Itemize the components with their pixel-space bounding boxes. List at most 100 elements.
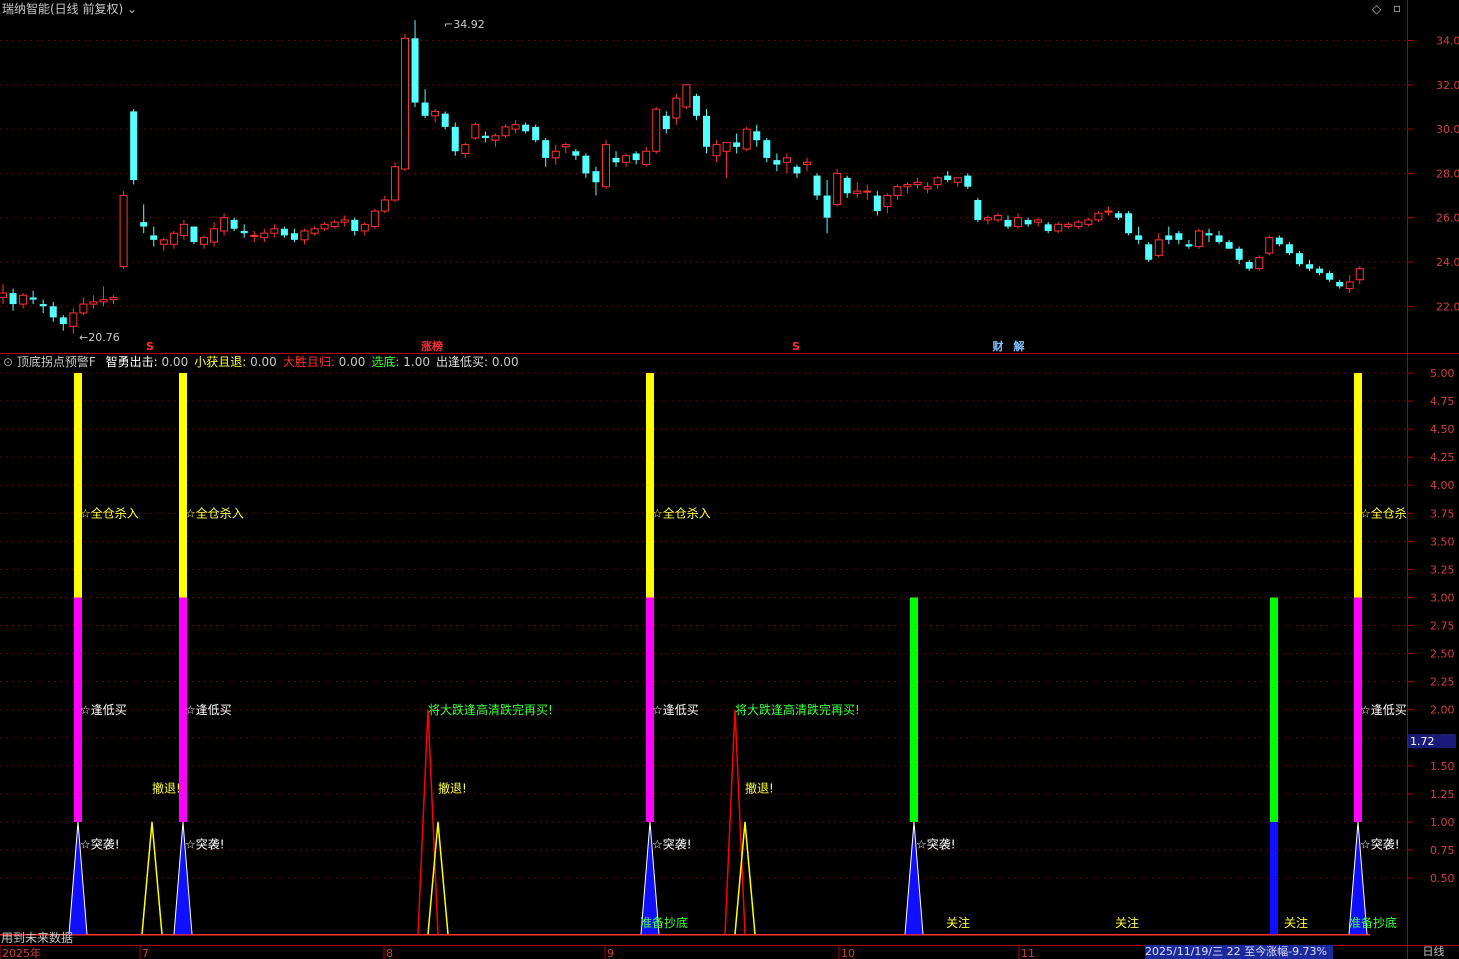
candle-body-up[interactable] [803, 161, 811, 166]
candle-body-up[interactable] [712, 144, 721, 157]
candle-body-down[interactable] [964, 175, 972, 187]
indicator-value-axis[interactable]: 5.00 4.75 4.50 4.25 4.00 3.75 3.50 3.25 3.00 2.75… [1407, 367, 1456, 885]
diamond-icon[interactable]: ◇ [1372, 2, 1381, 16]
candle-body-down[interactable] [280, 228, 288, 236]
candle-body-down[interactable] [1115, 213, 1123, 218]
candle-body-up[interactable] [1054, 223, 1063, 232]
candle-body-down[interactable] [1165, 235, 1173, 240]
candle-body-down[interactable] [773, 160, 781, 165]
candle-body-down[interactable] [703, 115, 710, 147]
candle-body-up[interactable] [913, 181, 922, 185]
candle-body-down[interactable] [632, 153, 640, 161]
candle-body-down[interactable] [974, 199, 982, 220]
candle-body-up[interactable] [340, 219, 349, 223]
candle-body-up[interactable] [380, 199, 389, 212]
candle-body-down[interactable] [1326, 273, 1334, 280]
indicator-toggle-icon[interactable]: ⊙ [3, 355, 13, 369]
event-marker[interactable]: S [146, 340, 154, 353]
candle-body-up[interactable] [602, 144, 610, 188]
candle-body-up[interactable] [1034, 219, 1043, 223]
candle-body-down[interactable] [1004, 219, 1012, 227]
candle-body-up[interactable] [923, 186, 932, 190]
candle-body-down[interactable] [592, 171, 600, 183]
candle-body-up[interactable] [89, 301, 98, 305]
candle-body-up[interactable] [1154, 239, 1163, 256]
candle-body-down[interactable] [150, 235, 158, 240]
candle-body-up[interactable] [69, 312, 78, 327]
candle-body-down[interactable] [1215, 235, 1223, 243]
signal-bar[interactable] [910, 597, 918, 823]
candle-body-down[interactable] [753, 131, 761, 141]
candle-body-up[interactable] [672, 97, 681, 119]
candle-body-down[interactable] [532, 126, 540, 141]
candle-body-down[interactable] [1225, 242, 1233, 249]
candle-body-up[interactable] [722, 141, 731, 152]
candle-body-down[interactable] [1024, 219, 1032, 225]
candle-body-down[interactable] [873, 195, 881, 212]
candle-body-up[interactable] [933, 177, 942, 185]
indicator-series[interactable]: ☆全仓杀入 ☆逢低买 ☆突袭! ☆全仓杀入 ☆逢低买 ☆突袭! ☆全仓杀入 ☆逢低买 ☆突袭! ☆… [0, 373, 1407, 945]
candle-body-up[interactable] [501, 126, 510, 137]
candle-body-up[interactable] [19, 294, 28, 305]
candle-body-down[interactable] [290, 233, 298, 240]
candle-body-down[interactable] [612, 157, 620, 163]
event-marker[interactable]: 涨榜 [421, 339, 443, 353]
candle-body-down[interactable] [1044, 224, 1052, 231]
candle-body-down[interactable] [662, 115, 670, 130]
candle-body-down[interactable] [351, 219, 359, 231]
candle-body-down[interactable] [49, 306, 57, 318]
candle-body-up[interactable] [1265, 237, 1274, 254]
candle-body-up[interactable] [1084, 219, 1093, 225]
candle-body-up[interactable] [431, 110, 440, 117]
candle-body-up[interactable] [99, 299, 108, 303]
candle-body-up[interactable] [1094, 212, 1103, 221]
event-marker[interactable]: S [792, 340, 800, 353]
candle-body-up[interactable] [179, 223, 188, 236]
candle-body-up[interactable] [401, 37, 409, 170]
candle-body-down[interactable] [1125, 213, 1133, 234]
candle-body-down[interactable] [230, 219, 238, 229]
candle-body-up[interactable] [1064, 223, 1073, 228]
candle-body-down[interactable] [1285, 244, 1293, 254]
candle-body-down[interactable] [1336, 281, 1344, 287]
candle-body-up[interactable] [370, 210, 379, 228]
candle-body-up[interactable] [270, 228, 279, 234]
candle-body-down[interactable] [944, 175, 952, 181]
candle-body-down[interactable] [1175, 233, 1183, 240]
candle-body-up[interactable] [471, 124, 480, 139]
candle-body-down[interactable] [823, 195, 831, 218]
candle-body-up[interactable] [833, 172, 842, 205]
candle-body-up[interactable] [893, 186, 902, 197]
date-axis[interactable]: 2025年 7 8 9 10 11 [0, 946, 1035, 959]
candle-body-down[interactable] [793, 166, 801, 174]
candle-body-up[interactable] [79, 303, 88, 314]
candle-body-up[interactable] [561, 144, 570, 148]
candle-body-up[interactable] [1074, 221, 1083, 228]
candle-body-up[interactable] [993, 214, 1002, 221]
candle-body-down[interactable] [1235, 248, 1243, 260]
candle-body-up[interactable] [320, 223, 329, 230]
candle-body-down[interactable] [763, 140, 771, 158]
event-marker[interactable]: 解 [1014, 339, 1025, 353]
candle-body-up[interactable] [551, 150, 560, 159]
candle-body-up[interactable] [1345, 281, 1354, 290]
candle-body-up[interactable] [360, 223, 369, 232]
candle-body-down[interactable] [1185, 244, 1193, 247]
candle-body-down[interactable] [29, 297, 37, 300]
candle-body-up[interactable] [169, 232, 178, 245]
candle-body-up[interactable] [159, 239, 168, 245]
candle-body-down[interactable] [692, 95, 700, 116]
candle-body-up[interactable] [220, 217, 229, 232]
event-marker[interactable]: 财 [992, 339, 1004, 353]
candle-body-down[interactable] [9, 293, 17, 305]
candle-body-up[interactable] [330, 221, 339, 228]
candle-body-down[interactable] [39, 304, 47, 307]
candle-body-down[interactable] [1275, 237, 1283, 245]
candle-body-up[interactable] [1255, 257, 1264, 270]
main-price-axis[interactable]: 34.00 32.00 30.00 28.00 26.00 24.00 22.00 [1407, 35, 1459, 314]
period-tab[interactable]: 日线 [1408, 945, 1459, 959]
candle-body-down[interactable] [481, 135, 489, 138]
candle-body-down[interactable] [240, 230, 248, 234]
candle-body-up[interactable] [1014, 217, 1023, 228]
signal-bar[interactable] [1354, 373, 1362, 598]
